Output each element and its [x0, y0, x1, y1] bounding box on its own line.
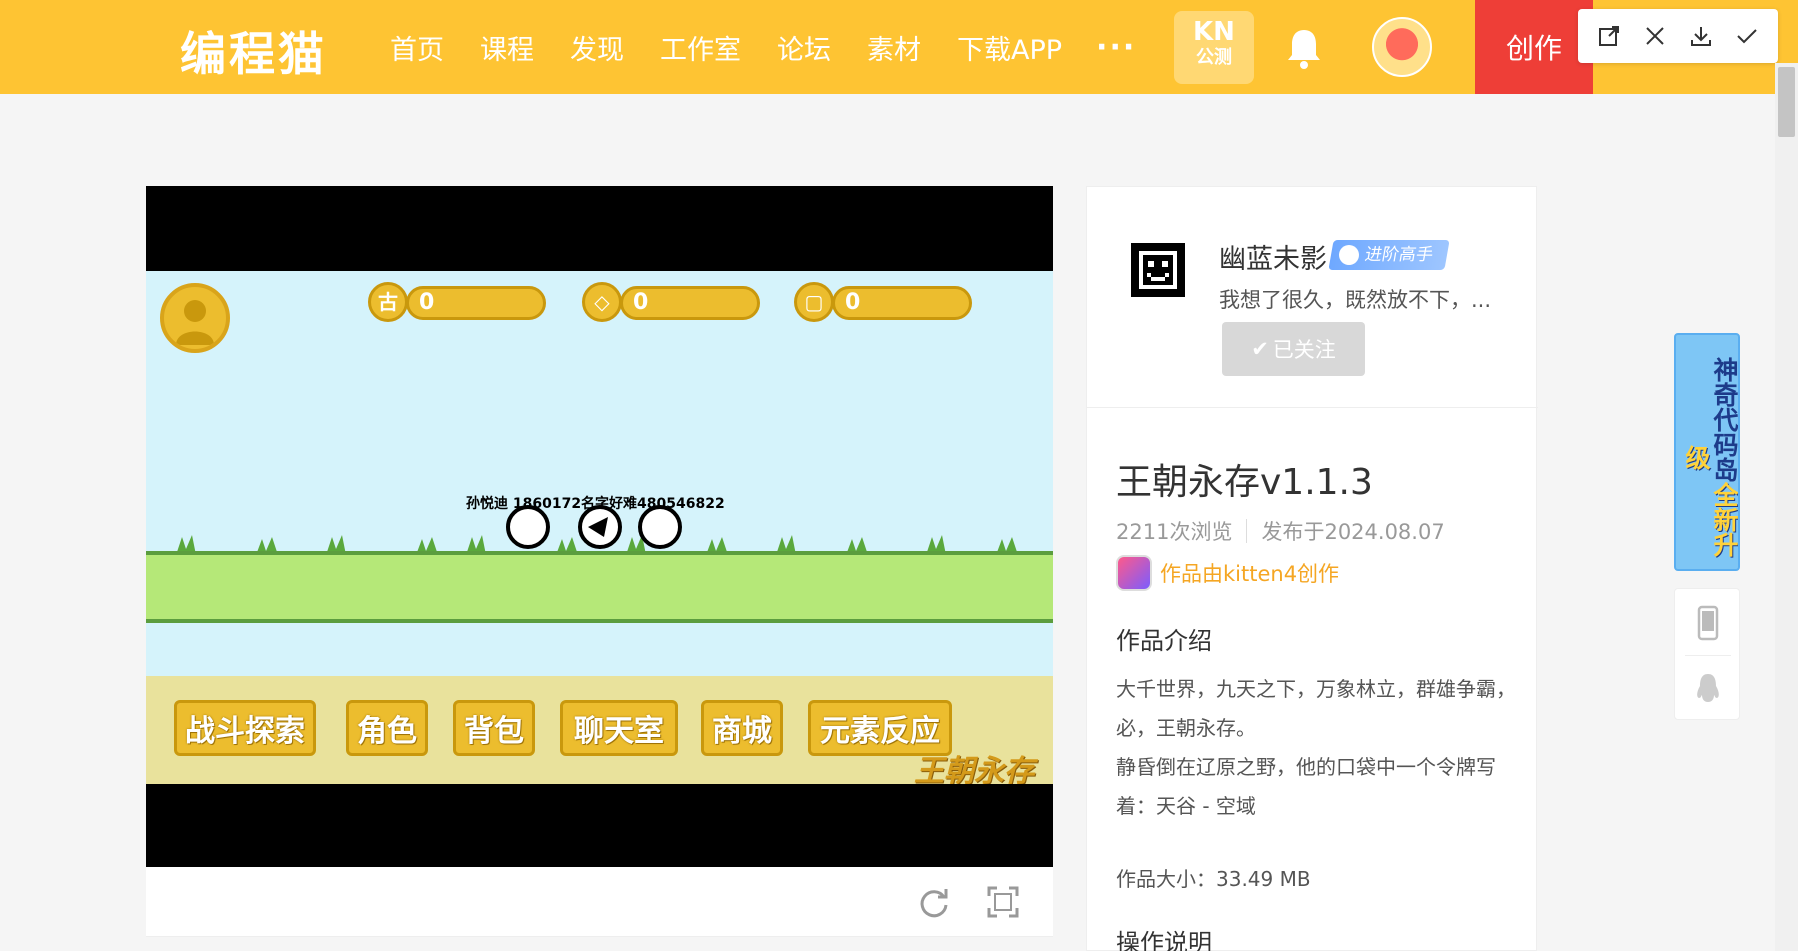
divider: [1087, 407, 1538, 408]
user-avatar[interactable]: [1372, 17, 1432, 77]
game-player[interactable]: 古 0 ◇ 0 ▢ 0 孙悦迪 1860172名字好难480546822 战斗探…: [146, 186, 1053, 867]
intro-line: 大千世界，九天之下，万象林立，群雄争霸，必，王朝永存。: [1116, 677, 1516, 740]
nav-forum[interactable]: 论坛: [777, 28, 831, 67]
made-by-kitten4[interactable]: 作品由kitten4创作: [1116, 555, 1339, 591]
player-controls: [146, 867, 1053, 937]
player-avatar-icon[interactable]: [160, 283, 230, 353]
kn-subtitle: 公测: [1196, 47, 1232, 68]
work-meta: 2211次浏览 发布于2024.08.07: [1116, 516, 1445, 546]
main-nav: 首页 课程 发现 工作室 论坛 素材 下载APP ···: [372, 0, 1136, 94]
follow-button[interactable]: ✔ 已关注: [1222, 322, 1365, 376]
coin-counter: 0: [406, 286, 546, 320]
browser-toolbox: [1578, 9, 1778, 63]
fullscreen-icon[interactable]: [986, 885, 1020, 919]
made-by-label: 作品由kitten4创作: [1160, 562, 1340, 586]
close-icon[interactable]: [1640, 21, 1670, 51]
leaf-counter: 0: [832, 286, 972, 320]
work-title: 王朝永存v1.1.3: [1116, 462, 1373, 503]
code-island-banner[interactable]: 神奇代码岛全新升级: [1674, 333, 1740, 571]
game-menu-bar: 战斗探索 角色 背包 聊天室 商城 元素反应 王朝永存: [146, 676, 1053, 784]
kn-title: KN: [1193, 17, 1235, 47]
work-size: 作品大小：33.49 MB: [1116, 867, 1311, 891]
nav-more-icon[interactable]: ···: [1096, 30, 1136, 65]
meta-separator: [1246, 519, 1248, 543]
menu-bag[interactable]: 背包: [453, 700, 535, 756]
ops-heading: 操作说明: [1116, 929, 1212, 951]
work-info-panel: 幽蓝未影 进阶高手 我想了很久，既然放不下，... ✔ 已关注 王朝永存v1.1…: [1086, 186, 1538, 951]
author-avatar[interactable]: [1131, 243, 1185, 297]
follow-label: 已关注: [1272, 338, 1336, 362]
view-count: 2211次浏览: [1116, 520, 1233, 544]
player-character[interactable]: [506, 505, 550, 549]
author-bio: 我想了很久，既然放不下，...: [1219, 288, 1492, 312]
player-character-main[interactable]: [578, 505, 622, 549]
intro-line: 静昏倒在辽原之野，他的口袋中一个令牌写着：天谷 - 空域: [1116, 755, 1496, 818]
diamond-icon: [1339, 245, 1359, 265]
game-stage[interactable]: 古 0 ◇ 0 ▢ 0 孙悦迪 1860172名字好难480546822 战斗探…: [146, 271, 1053, 784]
advanced-badge-label: 进阶高手: [1363, 245, 1435, 265]
kn-beta-badge[interactable]: KN 公测: [1174, 11, 1254, 84]
create-button[interactable]: 创作: [1475, 0, 1593, 94]
tools-divider: [1685, 655, 1731, 656]
site-logo[interactable]: 编程猫: [180, 18, 327, 84]
kitten4-icon: [1116, 555, 1152, 591]
player-character[interactable]: [638, 505, 682, 549]
top-navbar: 编程猫 首页 课程 发现 工作室 论坛 素材 下载APP ··· KN 公测 创…: [0, 0, 1798, 94]
nav-studio[interactable]: 工作室: [660, 28, 741, 67]
nav-materials[interactable]: 素材: [867, 28, 921, 67]
check-icon[interactable]: [1732, 21, 1762, 51]
floating-tools: [1674, 588, 1740, 720]
gem-counter: 0: [620, 286, 760, 320]
nav-download-app[interactable]: 下载APP: [957, 28, 1062, 67]
menu-shop[interactable]: 商城: [701, 700, 783, 756]
open-external-icon[interactable]: [1594, 21, 1624, 51]
nav-discover[interactable]: 发现: [570, 28, 624, 67]
work-intro: 大千世界，九天之下，万象林立，群雄争霸，必，王朝永存。 静昏倒在辽原之野，他的口…: [1116, 670, 1516, 826]
nav-courses[interactable]: 课程: [480, 28, 534, 67]
menu-chat-room[interactable]: 聊天室: [560, 700, 678, 756]
banner-text-1: 神奇代码岛: [1710, 357, 1739, 482]
ground-strip: [146, 551, 1053, 623]
gem-icon: ◇: [582, 282, 622, 322]
page-scrollbar[interactable]: [1775, 63, 1798, 951]
menu-battle-explore[interactable]: 战斗探索: [174, 700, 316, 756]
scrollbar-thumb[interactable]: [1778, 67, 1795, 137]
nav-home[interactable]: 首页: [390, 28, 444, 67]
restart-icon[interactable]: [916, 885, 950, 919]
author-name[interactable]: 幽蓝未影: [1219, 237, 1327, 276]
leaf-icon: ▢: [794, 282, 834, 322]
bell-icon[interactable]: [1284, 26, 1324, 70]
publish-date: 发布于2024.08.07: [1261, 520, 1445, 544]
intro-heading: 作品介绍: [1116, 627, 1212, 655]
advanced-badge: 进阶高手: [1328, 240, 1450, 270]
download-icon[interactable]: [1686, 21, 1716, 51]
mobile-icon[interactable]: [1692, 605, 1724, 641]
check-icon: ✔: [1251, 337, 1269, 361]
qq-penguin-icon[interactable]: [1692, 671, 1724, 707]
coin-icon: 古: [368, 282, 408, 322]
menu-character[interactable]: 角色: [346, 700, 428, 756]
game-title-stamp: 王朝永存: [914, 754, 1034, 784]
